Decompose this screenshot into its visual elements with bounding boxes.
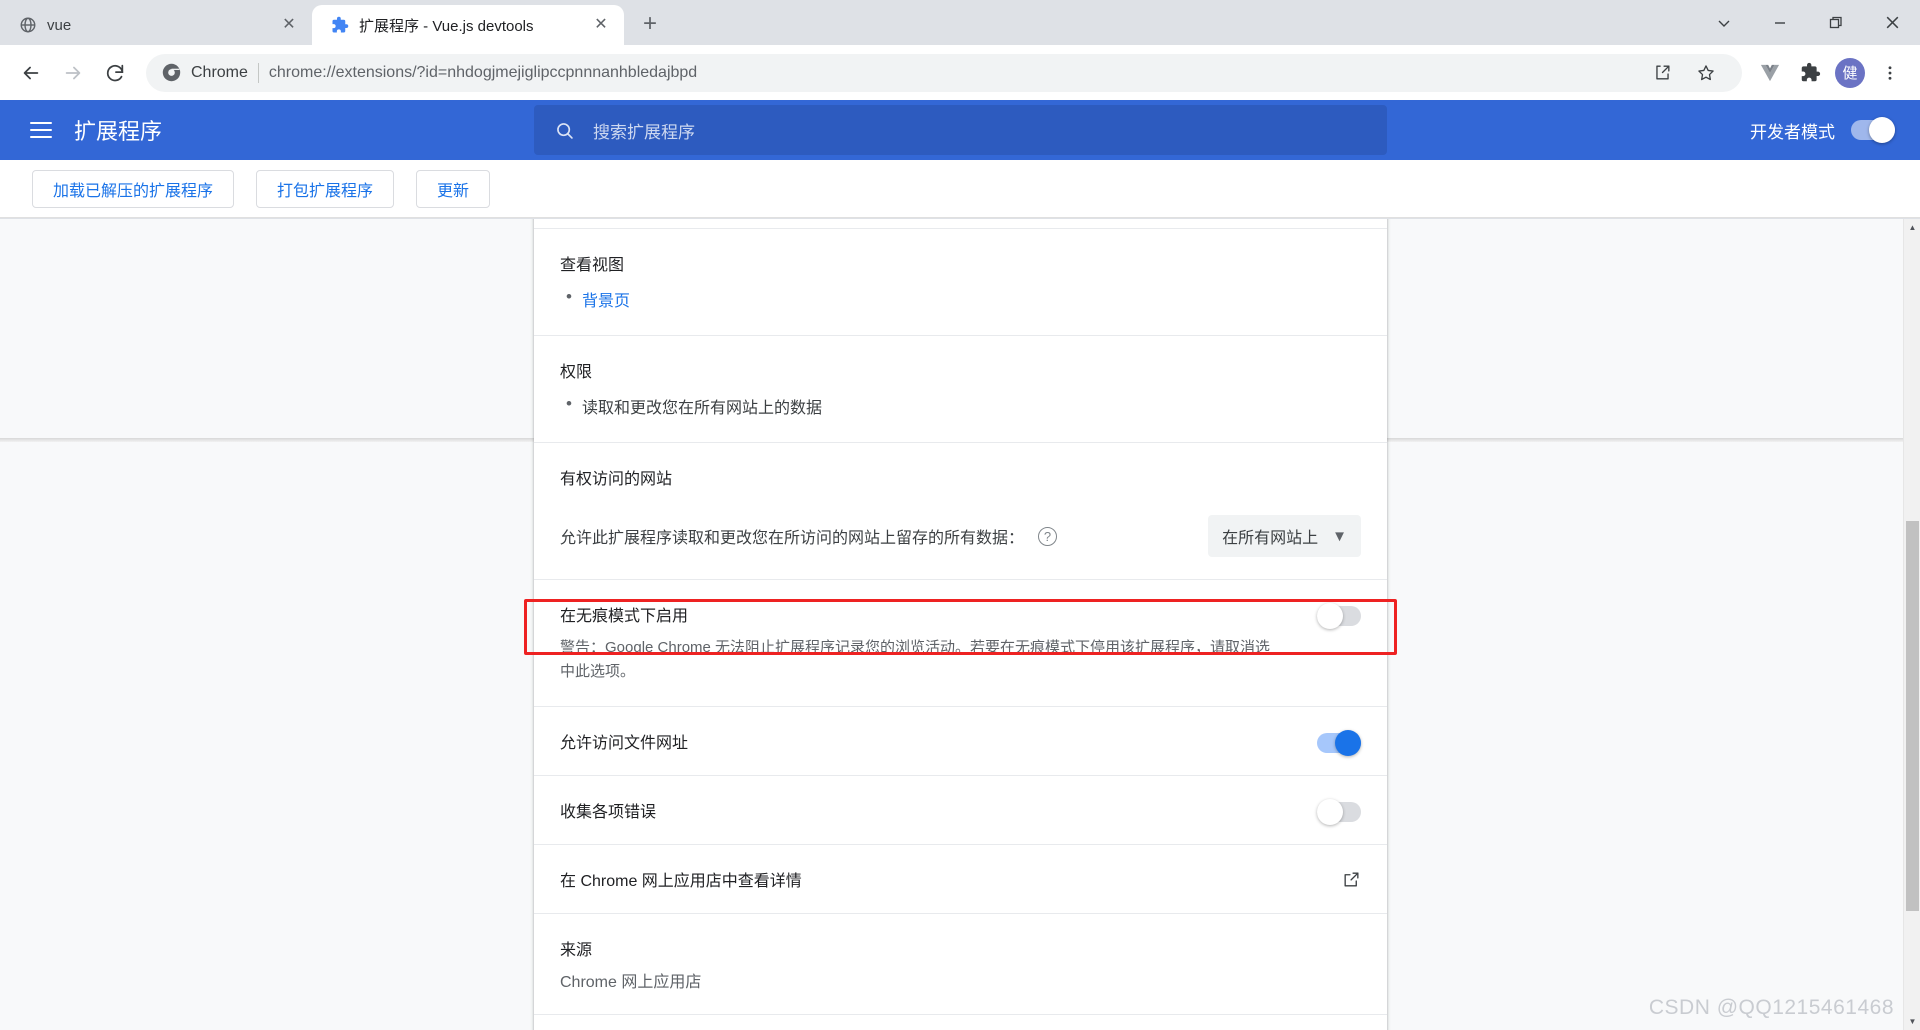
webstore-details-row[interactable]: 在 Chrome 网上应用店中查看详情 <box>534 845 1387 914</box>
avatar-initial: 健 <box>1835 58 1865 88</box>
extension-detail-card: nhdogjmejiglipccpnnnanhbledajbpd 查看视图 背景… <box>534 219 1387 1030</box>
site-access-description: 允许此扩展程序读取和更改您在所访问的网站上留存的所有数据： <box>560 524 1024 548</box>
extensions-action-bar: 加载已解压的扩展程序 打包扩展程序 更新 <box>0 160 1920 218</box>
developer-mode-control[interactable]: 开发者模式 <box>1750 118 1895 143</box>
external-link-icon[interactable] <box>1342 870 1361 889</box>
forward-icon[interactable] <box>52 52 94 94</box>
profile-avatar[interactable]: 健 <box>1830 53 1870 93</box>
developer-mode-label: 开发者模式 <box>1750 118 1835 143</box>
file-urls-toggle[interactable] <box>1317 733 1361 753</box>
tab-title: 扩展程序 - Vue.js devtools <box>359 15 580 36</box>
search-icon <box>554 120 575 141</box>
watermark-text: CSDN @QQ1215461468 <box>1649 996 1894 1020</box>
site-access-select-value: 在所有网站上 <box>1222 524 1318 548</box>
vue-devtools-icon[interactable] <box>1750 53 1790 93</box>
site-access-select[interactable]: 在所有网站上 ▼ <box>1208 515 1361 557</box>
tab-strip: vue ✕ 扩展程序 - Vue.js devtools ✕ + <box>0 0 1920 45</box>
search-input[interactable]: 搜索扩展程序 <box>593 118 695 143</box>
permissions-list: 读取和更改您在所有网站上的数据 <box>560 392 1361 420</box>
browser-tab-vue[interactable]: vue ✕ <box>0 5 312 45</box>
load-unpacked-button[interactable]: 加载已解压的扩展程序 <box>32 170 234 208</box>
collect-errors-row[interactable]: 收集各项错误 <box>534 776 1387 845</box>
list-item: 读取和更改您在所有网站上的数据 <box>582 392 1361 420</box>
new-tab-button[interactable]: + <box>632 6 668 42</box>
globe-icon <box>18 16 37 35</box>
update-button[interactable]: 更新 <box>416 170 490 208</box>
puzzle-icon <box>330 16 349 35</box>
omnibox-scheme-label: Chrome <box>191 64 248 82</box>
incognito-section: 在无痕模式下启用 警告：Google Chrome 无法阻止扩展程序记录您的浏览… <box>534 580 1387 707</box>
extensions-header: 扩展程序 搜索扩展程序 开发者模式 <box>0 100 1920 160</box>
background-page-link[interactable]: 背景页 <box>582 293 630 310</box>
views-list: 背景页 <box>560 285 1361 313</box>
chevron-down-icon: ▼ <box>1332 528 1347 545</box>
site-access-description-group: 允许此扩展程序读取和更改您在所访问的网站上留存的所有数据： ? <box>560 524 1057 548</box>
collect-errors-toggle[interactable] <box>1317 802 1361 822</box>
source-row: 来源 Chrome 网上应用店 <box>534 914 1387 1015</box>
site-access-title: 有权访问的网站 <box>560 465 1361 489</box>
extensions-detail-page: nhdogjmejiglipccpnnnanhbledajbpd 查看视图 背景… <box>0 219 1920 1030</box>
tab-title: vue <box>47 17 268 34</box>
tab-close-button[interactable]: ✕ <box>278 14 300 36</box>
chevron-down-icon[interactable] <box>1696 0 1752 45</box>
omnibox-divider <box>258 63 259 83</box>
permissions-section: 权限 读取和更改您在所有网站上的数据 <box>534 336 1387 443</box>
incognito-text-group: 在无痕模式下启用 警告：Google Chrome 无法阻止扩展程序记录您的浏览… <box>560 602 1293 684</box>
source-group: 来源 Chrome 网上应用店 <box>560 936 701 992</box>
hamburger-icon[interactable] <box>30 117 52 143</box>
permissions-title: 权限 <box>560 358 1361 382</box>
views-title: 查看视图 <box>560 251 1361 275</box>
extensions-puzzle-icon[interactable] <box>1790 53 1830 93</box>
reload-icon[interactable] <box>94 52 136 94</box>
incognito-toggle[interactable] <box>1317 606 1361 626</box>
incognito-row: 在无痕模式下启用 警告：Google Chrome 无法阻止扩展程序记录您的浏览… <box>560 602 1361 684</box>
window-controls <box>1696 0 1920 45</box>
incognito-title: 在无痕模式下启用 <box>560 602 1293 626</box>
maximize-icon[interactable] <box>1808 0 1864 45</box>
views-section: 查看视图 背景页 <box>534 229 1387 336</box>
site-access-section: 有权访问的网站 允许此扩展程序读取和更改您在所访问的网站上留存的所有数据： ? … <box>534 443 1387 580</box>
browser-tab-extensions[interactable]: 扩展程序 - Vue.js devtools ✕ <box>312 5 624 45</box>
chrome-logo-icon <box>162 63 181 82</box>
omnibox-actions <box>1642 53 1726 93</box>
collect-errors-label: 收集各项错误 <box>560 798 656 822</box>
list-item[interactable]: 背景页 <box>582 285 1361 313</box>
pack-extension-button[interactable]: 打包扩展程序 <box>256 170 394 208</box>
file-urls-row[interactable]: 允许访问文件网址 <box>534 707 1387 776</box>
remove-extension-row[interactable]: 卸载扩展程序 <box>534 1015 1387 1030</box>
page-scrollbar[interactable]: ▲ ▼ <box>1903 219 1920 1030</box>
extension-id-row: nhdogjmejiglipccpnnnanhbledajbpd <box>534 219 1387 229</box>
developer-mode-toggle[interactable] <box>1851 120 1895 140</box>
back-icon[interactable] <box>10 52 52 94</box>
browser-window: vue ✕ 扩展程序 - Vue.js devtools ✕ + <box>0 0 1920 1030</box>
share-icon[interactable] <box>1642 53 1682 93</box>
chrome-menu-icon[interactable] <box>1870 53 1910 93</box>
page-title: 扩展程序 <box>74 114 162 146</box>
scroll-up-arrow-icon[interactable]: ▲ <box>1904 219 1920 236</box>
bookmark-star-icon[interactable] <box>1686 53 1726 93</box>
tab-close-button[interactable]: ✕ <box>590 14 612 36</box>
browser-toolbar: Chrome chrome://extensions/?id=nhdogjmej… <box>0 45 1920 100</box>
webstore-details-label: 在 Chrome 网上应用店中查看详情 <box>560 867 802 891</box>
close-icon[interactable] <box>1864 0 1920 45</box>
omnibox-url-text[interactable]: chrome://extensions/?id=nhdogjmejiglipcc… <box>269 64 1632 82</box>
source-value: Chrome 网上应用店 <box>560 968 701 992</box>
scroll-down-arrow-icon[interactable]: ▼ <box>1904 1013 1920 1030</box>
file-urls-label: 允许访问文件网址 <box>560 729 688 753</box>
scrollbar-thumb[interactable] <box>1906 521 1919 911</box>
site-access-row: 允许此扩展程序读取和更改您在所访问的网站上留存的所有数据： ? 在所有网站上 ▼ <box>560 515 1361 557</box>
incognito-warning: 警告：Google Chrome 无法阻止扩展程序记录您的浏览活动。若要在无痕模… <box>560 636 1280 684</box>
search-extensions-box[interactable]: 搜索扩展程序 <box>534 105 1387 155</box>
source-title: 来源 <box>560 936 701 960</box>
help-circle-icon[interactable]: ? <box>1038 527 1057 546</box>
address-bar[interactable]: Chrome chrome://extensions/?id=nhdogjmej… <box>146 54 1742 92</box>
minimize-icon[interactable] <box>1752 0 1808 45</box>
